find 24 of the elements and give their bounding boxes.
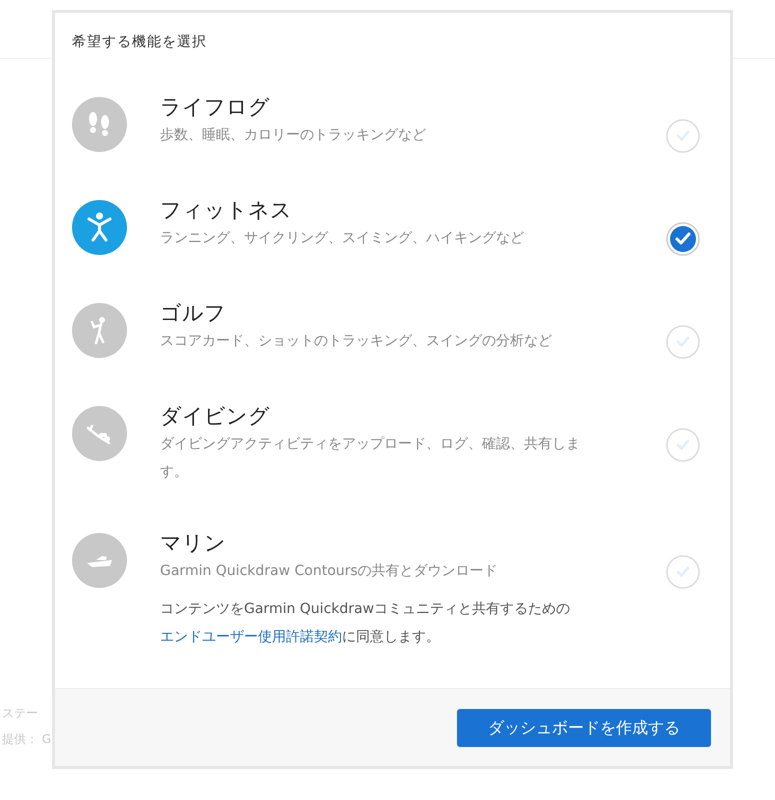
- unchecked-checkbox[interactable]: [666, 119, 700, 153]
- feature-title: ゴルフ: [160, 300, 227, 327]
- feature-title: ライフログ: [160, 94, 271, 121]
- agreement-text: コンテンツをGarmin Quickdrawコミュニティと共有するための エンドユーザー使用許諾契約に同意します。: [160, 600, 572, 647]
- feature-title: フィットネス: [160, 197, 293, 224]
- feature-description: Garmin Quickdraw Contoursの共有とダウンロード: [160, 562, 499, 581]
- diving-icon: [72, 406, 127, 461]
- create-dashboard-button[interactable]: ダッシュボードを作成する: [457, 708, 711, 746]
- golf-icon: [72, 303, 127, 358]
- feature-description: 歩数、睡眠、カロリーのトラッキングなど: [160, 126, 427, 145]
- unchecked-checkbox[interactable]: [666, 555, 700, 589]
- fitness-icon: [72, 200, 127, 255]
- feature-description: ダイビングアクティビティをアップロード、ログ、確認、共有します。: [160, 435, 581, 482]
- checked-checkbox[interactable]: [666, 222, 700, 256]
- feature-description: ランニング、サイクリング、スイミング、ハイキングなど: [160, 229, 525, 248]
- unchecked-checkbox[interactable]: [666, 428, 700, 462]
- license-link[interactable]: エンドユーザー使用許諾契約: [160, 629, 342, 645]
- feature-description: スコアカード、ショットのトラッキング、スイングの分析など: [160, 332, 553, 351]
- footprints-icon: [72, 97, 127, 152]
- dialog-title: 希望する機能を選択: [71, 33, 208, 52]
- feature-title: マリン: [160, 530, 227, 557]
- unchecked-checkbox[interactable]: [666, 325, 700, 359]
- feature-title: ダイビング: [160, 403, 271, 430]
- boat-icon: [72, 533, 127, 588]
